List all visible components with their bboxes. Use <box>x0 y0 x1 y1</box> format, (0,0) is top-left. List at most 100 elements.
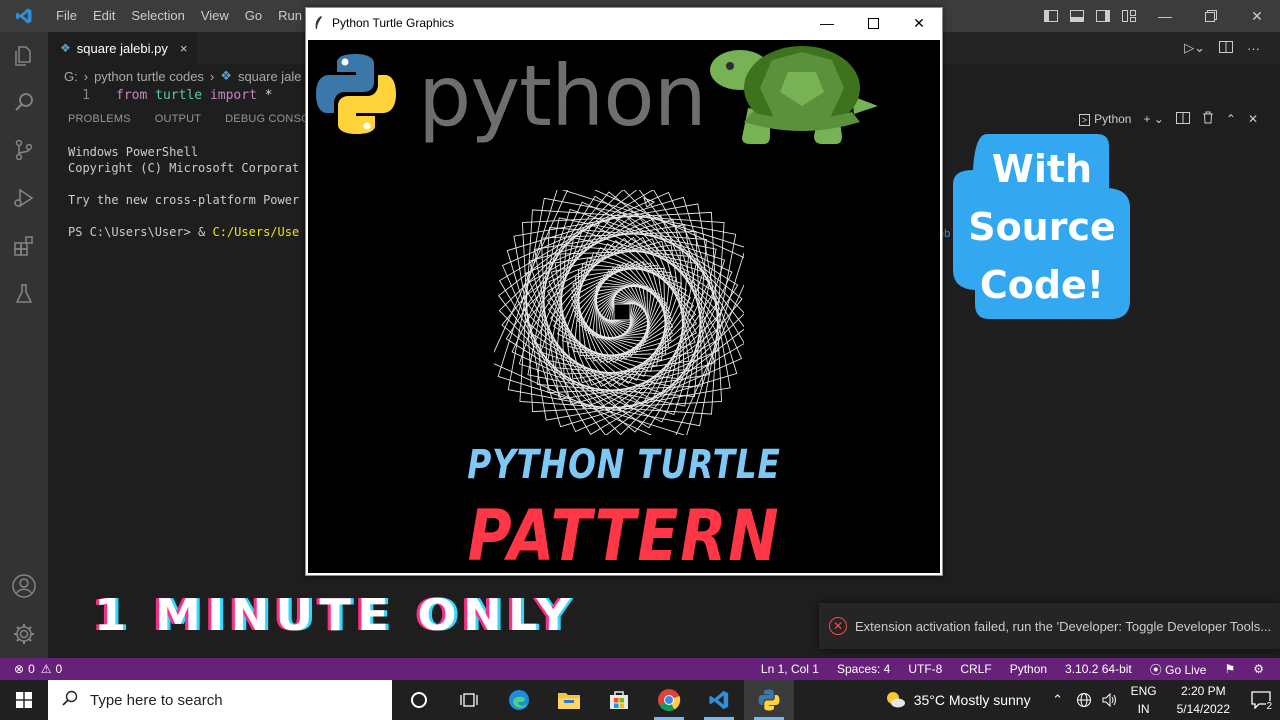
python-taskbar-icon[interactable] <box>744 680 794 720</box>
status-bar: ⊗ 0 ⚠ 0 Ln 1, Col 1 Spaces: 4 UTF-8 CRLF… <box>0 658 1280 680</box>
tab-problems[interactable]: PROBLEMS <box>68 113 131 125</box>
close-button[interactable]: ✕ <box>1234 0 1280 32</box>
turtle-graphics-window: Python Turtle Graphics — ✕ python PYTHON… <box>305 7 943 576</box>
badge-line: Code! <box>979 262 1105 307</box>
terminal-selector[interactable]: > Python <box>1078 112 1131 126</box>
turtle-minimize-button[interactable]: — <box>804 8 850 38</box>
one-minute-caption: 1 MINUTE ONLY <box>94 590 577 641</box>
spiral-square <box>522 212 722 412</box>
testing-flask-icon[interactable] <box>0 270 48 318</box>
breadcrumb-drive[interactable]: G: <box>64 69 78 84</box>
line-number: 1 <box>82 88 90 103</box>
customize-layout-icon[interactable] <box>1116 0 1142 32</box>
error-notification[interactable]: ✕ Extension activation failed, run the '… <box>819 603 1280 649</box>
tab-output[interactable]: OUTPUT <box>155 113 201 125</box>
weather-widget[interactable]: 35°C Mostly sunny <box>884 689 1031 712</box>
status-interpreter[interactable]: 3.10.2 64-bit <box>1065 662 1132 676</box>
menu-file[interactable]: File <box>48 0 85 32</box>
cortana-icon[interactable] <box>394 680 444 720</box>
split-terminal-icon[interactable] <box>1175 111 1190 127</box>
turtle-canvas: python PYTHON TURTLE PATTERN <box>308 40 940 573</box>
source-code-badge: With Source Code! <box>953 134 1131 319</box>
code-line[interactable]: 1 from turtle import * <box>48 88 272 108</box>
close-tab-icon[interactable]: × <box>180 41 188 56</box>
explorer-icon[interactable] <box>0 32 48 80</box>
python-file-icon: ❖ <box>220 68 232 83</box>
more-actions-icon[interactable]: ··· <box>1247 41 1260 56</box>
search-placeholder: Type here to search <box>90 691 223 709</box>
maximize-panel-icon[interactable]: ⌃ <box>1226 112 1236 126</box>
vscode-taskbar-icon[interactable] <box>694 680 744 720</box>
tab-square-jalebi[interactable]: ❖ square jalebi.py × <box>48 32 198 64</box>
code-module: turtle <box>155 88 203 103</box>
trash-icon[interactable] <box>1202 111 1214 127</box>
status-problems[interactable]: ⊗ 0 ⚠ 0 <box>14 658 62 680</box>
status-indentation[interactable]: Spaces: 4 <box>837 662 890 676</box>
turtle-close-button[interactable]: ✕ <box>896 8 942 38</box>
search-icon[interactable] <box>0 78 48 126</box>
turtle-titlebar[interactable]: Python Turtle Graphics — ✕ <box>306 8 942 38</box>
feedback-icon[interactable]: ⚑ <box>1224 662 1235 676</box>
close-panel-icon[interactable]: ✕ <box>1248 112 1258 126</box>
restore-button[interactable] <box>1188 0 1234 32</box>
extensions-icon[interactable] <box>0 222 48 270</box>
show-hidden-icons-chevron-icon[interactable]: ⌃ <box>1045 692 1071 708</box>
spiral-square <box>546 236 698 388</box>
breadcrumb-folder[interactable]: python turtle codes <box>94 69 204 84</box>
terminal-output[interactable]: Windows PowerShell Copyright (C) Microso… <box>68 144 299 240</box>
spiral-square <box>521 211 723 413</box>
pattern-title: PATTERN <box>467 495 781 573</box>
settings-gear-icon[interactable] <box>0 610 48 658</box>
clock[interactable]: 2:20 PM 5/14/2022 <box>1177 682 1230 718</box>
notification-text: Extension activation failed, run the 'De… <box>855 618 1272 634</box>
spiral-square <box>598 288 646 336</box>
status-eol[interactable]: CRLF <box>960 662 991 676</box>
menu-go[interactable]: Go <box>237 0 270 32</box>
new-terminal-icon[interactable]: + ⌄ <box>1143 112 1163 126</box>
spiral-square <box>571 261 673 363</box>
network-globe-icon[interactable] <box>1071 692 1097 708</box>
status-encoding[interactable]: UTF-8 <box>908 662 942 676</box>
spiral-square <box>577 267 667 357</box>
menu-selection[interactable]: Selection <box>123 0 192 32</box>
badge-line: Source <box>968 204 1116 249</box>
error-count: 0 <box>28 662 35 676</box>
python-logo-icon <box>316 54 396 134</box>
square-spiral-pattern <box>494 190 744 435</box>
toggle-sidebar-icon[interactable] <box>1038 0 1064 32</box>
prompt-path: C:/Users/Use <box>212 225 300 239</box>
menu-view[interactable]: View <box>193 0 237 32</box>
toggle-secondary-sidebar-icon[interactable] <box>1090 0 1116 32</box>
windows-start-icon[interactable] <box>0 680 48 720</box>
taskbar-search-box[interactable]: Type here to search <box>48 680 392 720</box>
split-editor-icon[interactable] <box>1219 40 1233 56</box>
spiral-square <box>528 218 716 406</box>
chrome-icon[interactable] <box>644 680 694 720</box>
source-control-icon[interactable] <box>0 126 48 174</box>
breadcrumb: G: › python turtle codes › ❖ square jale <box>48 64 302 88</box>
turtle-maximize-button[interactable] <box>850 8 896 38</box>
action-center-icon[interactable]: 2 <box>1242 680 1280 720</box>
minimize-button[interactable]: — <box>1142 0 1188 32</box>
accounts-icon[interactable] <box>0 562 48 610</box>
status-cursor-position[interactable]: Ln 1, Col 1 <box>761 662 819 676</box>
input-language[interactable]: ENG IN <box>1131 682 1157 718</box>
edge-browser-icon[interactable] <box>494 680 544 720</box>
volume-icon[interactable] <box>1097 693 1123 707</box>
task-view-icon[interactable] <box>444 680 494 720</box>
breadcrumb-file[interactable]: square jale <box>238 69 302 84</box>
menu-edit[interactable]: Edit <box>85 0 123 32</box>
file-explorer-icon[interactable] <box>544 680 594 720</box>
run-debug-icon[interactable] <box>0 174 48 222</box>
language-code: ENG <box>1130 684 1157 698</box>
run-file-icon[interactable]: ▷⌄ <box>1184 40 1205 56</box>
turtle-window-controls: — ✕ <box>804 8 942 38</box>
notifications-bell-icon[interactable]: ⚙ <box>1253 662 1264 676</box>
windows-taskbar: Type here to search 35°C Mostly sunny ⌃ … <box>0 680 1280 720</box>
region-code: IN <box>1137 702 1150 716</box>
toggle-panel-icon[interactable] <box>1064 0 1090 32</box>
microsoft-store-icon[interactable] <box>594 680 644 720</box>
status-language[interactable]: Python <box>1010 662 1047 676</box>
status-go-live[interactable]: ⦿ Go Live <box>1150 661 1207 678</box>
